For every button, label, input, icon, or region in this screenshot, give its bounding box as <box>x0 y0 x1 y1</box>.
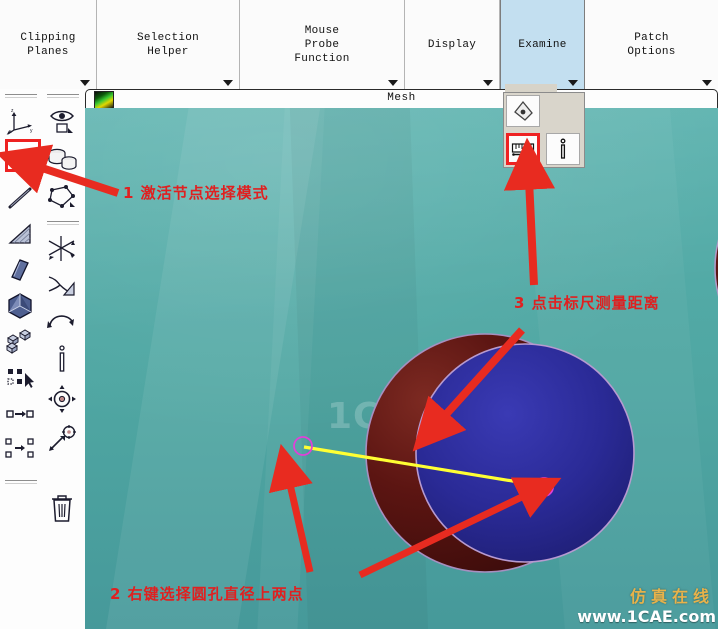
clip-plane-icon <box>514 100 533 121</box>
tool-column-right <box>42 89 84 459</box>
annotation-step-3: 3 点击标尺测量距离 <box>514 294 660 312</box>
ruler-icon <box>511 143 535 156</box>
pick-target-icon[interactable] <box>42 419 82 459</box>
ribbon-group-selection-helper[interactable]: Selection Helper <box>97 0 240 89</box>
ribbon-toolbar: Clipping Planes Selection Helper Mouse P… <box>0 0 718 90</box>
chevron-down-icon[interactable] <box>80 80 90 86</box>
select-cursor-icon[interactable] <box>0 360 40 396</box>
chevron-down-icon[interactable] <box>483 80 493 86</box>
application-window: Clipping Planes Selection Helper Mouse P… <box>0 0 718 629</box>
chevron-down-icon[interactable] <box>388 80 398 86</box>
ribbon-group-label: Examine <box>518 38 567 51</box>
examine-float-toolbar <box>503 92 585 168</box>
ribbon-group-label: Mouse Probe Function <box>294 24 350 65</box>
ribbon-group-label: Selection Helper <box>136 31 200 58</box>
mesh-window-titlebar[interactable]: Mesh <box>85 89 718 108</box>
solid-cube-icon[interactable] <box>0 288 40 324</box>
ribbon-group-examine[interactable]: Examine <box>500 0 585 89</box>
watermark-site-cn: 仿真在线 <box>629 587 714 606</box>
divider <box>47 221 79 225</box>
divider <box>5 480 37 484</box>
ribbon-group-clipping-planes[interactable]: Clipping Planes <box>0 0 97 89</box>
star-burst-icon[interactable] <box>42 231 82 267</box>
trash-can-icon[interactable] <box>42 489 82 529</box>
divider <box>5 94 37 98</box>
chevron-down-icon[interactable] <box>568 80 578 86</box>
ribbon-group-patch-options[interactable]: Patch Options <box>585 0 718 89</box>
annotation-step-1: 1 激活节点选择模式 <box>123 184 269 202</box>
rotate-arrow-icon[interactable] <box>42 303 82 339</box>
watermark-1cae: 1CAE.COM <box>327 396 546 437</box>
polygon-nodes-icon[interactable] <box>42 180 82 216</box>
multi-block-icon[interactable] <box>0 324 40 360</box>
ribbon-group-mouse-probe-function[interactable]: Mouse Probe Function <box>240 0 405 89</box>
annotation-step-2: 2 右键选择圆孔直径上两点 <box>110 585 304 603</box>
surface-triangle-icon[interactable] <box>0 216 40 252</box>
node-spread-icon[interactable] <box>0 432 40 466</box>
svg-text:y: y <box>30 128 33 134</box>
eye-visibility-icon[interactable] <box>42 104 82 140</box>
target-center-icon[interactable] <box>42 379 82 419</box>
measurement-value-label: 2.3376656 <box>381 453 462 472</box>
arrow-triangle-icon[interactable] <box>42 267 82 303</box>
ruler-vertical-icon[interactable] <box>42 339 82 379</box>
ribbon-group-label: Clipping Planes <box>20 31 76 58</box>
info-button[interactable] <box>546 133 580 165</box>
chevron-down-icon[interactable] <box>702 80 712 86</box>
background-streak <box>288 108 432 629</box>
ruler-measure-button[interactable] <box>506 133 540 165</box>
node-to-node-icon[interactable] <box>0 396 40 432</box>
watermark-site-url: www.1CAE.com <box>577 607 716 626</box>
clip-plane-icon-button[interactable] <box>506 95 540 127</box>
ribbon-group-label: Patch Options <box>627 31 676 58</box>
coordinate-axes-icon[interactable]: z y x <box>0 104 40 140</box>
chevron-down-icon[interactable] <box>223 80 233 86</box>
ribbon-group-display[interactable]: Display <box>405 0 500 89</box>
info-icon <box>560 138 566 159</box>
mesh-window-title: Mesh <box>387 92 416 104</box>
ribbon-group-label: Display <box>427 38 477 51</box>
left-tool-panel: z y x <box>0 89 86 629</box>
node-select-highlight-box <box>5 139 41 172</box>
mesh-window: Mesh 1CAE.COM 2.3376656 仿真在线 www.1CAE.co… <box>85 89 718 629</box>
divider <box>47 94 79 98</box>
plane-patch-icon[interactable] <box>0 252 40 288</box>
edge-line-icon[interactable] <box>0 180 40 216</box>
cylinder-stack-icon[interactable] <box>42 140 82 180</box>
